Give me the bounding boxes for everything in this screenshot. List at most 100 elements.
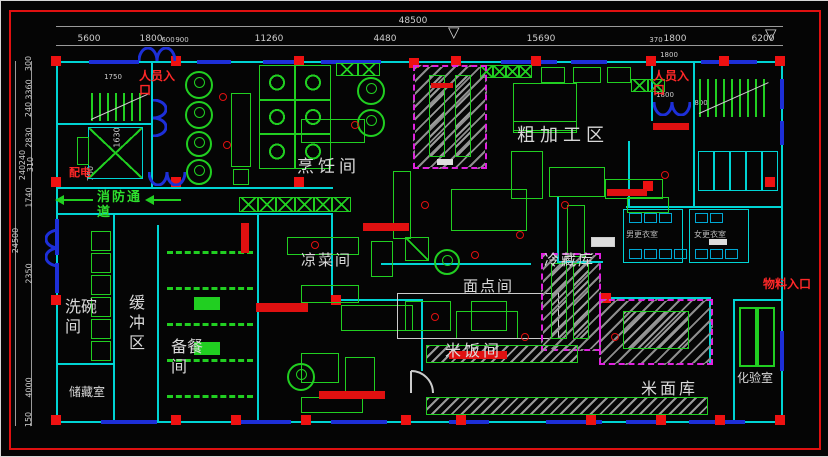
dim-top-4: 11260 [255, 34, 284, 44]
window [701, 60, 757, 64]
column [586, 415, 596, 425]
equipment-box [405, 301, 451, 331]
column [531, 56, 541, 66]
dim-top-5: 4480 [374, 34, 397, 44]
green-block [194, 297, 220, 310]
storage-rack [573, 263, 589, 339]
kettle-icon [186, 159, 212, 185]
dim-left-0: 300 [24, 56, 33, 71]
window [197, 60, 231, 64]
tag-dot [611, 333, 619, 341]
room-label-storage: 储藏室 [69, 385, 105, 400]
appliance [607, 67, 631, 83]
room-label-serving: 备餐间 [171, 337, 211, 377]
cold-room [413, 65, 487, 169]
wall-under-stairs [56, 123, 153, 125]
room-label-cooking: 烹饪间 [297, 157, 360, 178]
bench [653, 123, 689, 130]
lockers [629, 249, 687, 259]
room-label-cold-dish: 凉菜间 [301, 251, 352, 270]
equipment-box [405, 237, 429, 261]
dim-top-1: 1800 [140, 34, 163, 44]
column [456, 415, 466, 425]
rack-box [91, 275, 111, 295]
shelf [167, 323, 253, 326]
counter [301, 285, 359, 303]
column [719, 56, 729, 66]
table-block [437, 159, 453, 165]
rack-box [91, 253, 111, 273]
dim-left-1: 3360 [25, 79, 34, 99]
kettle-icon [185, 71, 213, 99]
bench [431, 83, 453, 88]
bench [256, 303, 308, 312]
fire-corridor-arrow-icon [153, 199, 181, 201]
tag-dot [516, 231, 524, 239]
rack-box [91, 231, 111, 251]
wall-serving-right [257, 213, 259, 423]
dim-left-5: 310 [26, 157, 35, 172]
rack-vertical [567, 205, 585, 257]
window [89, 60, 139, 64]
double-door-icon [148, 171, 186, 186]
cooking-range [259, 65, 331, 169]
tag-dot [219, 93, 227, 101]
column [775, 56, 785, 66]
shelf-row [426, 397, 708, 415]
window [449, 420, 489, 424]
column [231, 415, 241, 425]
window [780, 79, 784, 109]
column [775, 415, 785, 425]
column [646, 56, 656, 66]
equipment-box [371, 241, 393, 277]
counter [301, 397, 363, 413]
double-door-icon [45, 229, 60, 267]
kettle-icon [434, 249, 460, 275]
storage-rack [623, 311, 689, 349]
dim-left-7: 1740 [25, 187, 34, 207]
top-dim-line [56, 45, 783, 46]
column [171, 415, 181, 425]
room-label-cold-storage: 冷藏库 [544, 251, 595, 270]
tag-dot [223, 141, 231, 149]
dim-left-3: 2830 [25, 127, 34, 147]
fire-corridor-arrow-icon [63, 199, 93, 201]
lockers [695, 213, 723, 223]
column [301, 415, 311, 425]
column [51, 295, 61, 305]
tag-dot [521, 333, 529, 341]
lockers [695, 249, 738, 259]
lockers [629, 213, 672, 223]
storage-rack [455, 75, 471, 157]
entrance-label-material: 物料入口 [763, 277, 817, 291]
window [331, 420, 387, 424]
dim-top-0: 5600 [78, 34, 101, 44]
tag-dot [471, 251, 479, 259]
bench [607, 189, 647, 196]
elevator-weight [77, 137, 89, 165]
wall-serving-left [157, 225, 159, 423]
room-label-grain-store: 米面库 [641, 379, 698, 399]
dim-left-9: 4000 [25, 377, 34, 397]
window [780, 121, 784, 145]
appliance [541, 67, 565, 83]
kettle-icon [186, 131, 212, 157]
wall-rightwing-left [693, 61, 695, 208]
dim-top-3: 900 [175, 36, 188, 44]
column [51, 177, 61, 187]
tag-dot [311, 241, 319, 249]
kettle-icon [185, 101, 213, 129]
column [715, 415, 725, 425]
bench [319, 391, 385, 399]
power-room-label: 配电 [69, 166, 91, 179]
window [501, 60, 557, 64]
lab-cabinet [739, 307, 757, 367]
bench [363, 223, 409, 231]
room-label-dishwashing: 洗碗间 [65, 297, 107, 337]
room-label-rice: 米饭间 [445, 341, 502, 361]
entrance-label-personnel-top: 人员入口 [139, 69, 179, 98]
dim-right-door-a: 1800 [660, 51, 678, 59]
dim-left-2: 240 [24, 102, 33, 117]
tag-dot [351, 121, 359, 129]
dim-left-6: 240 [18, 165, 27, 180]
